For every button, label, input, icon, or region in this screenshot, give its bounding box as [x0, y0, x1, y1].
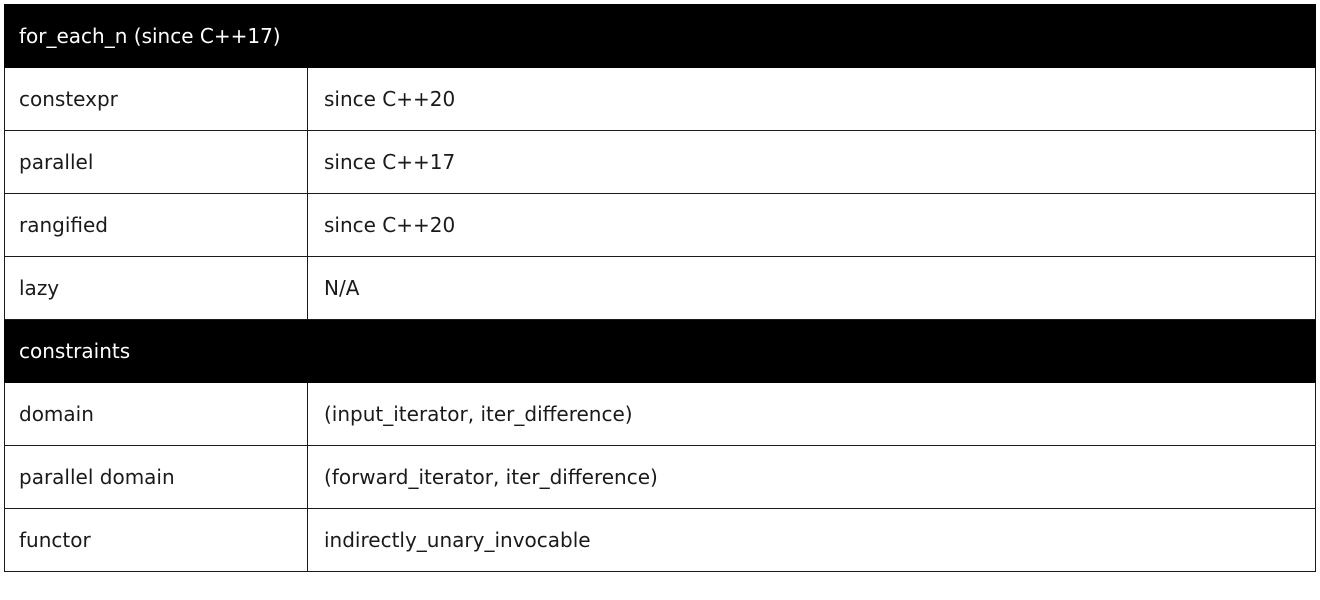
row-value: (input_iterator, iter_difference) — [307, 382, 1316, 446]
row-value: since C++20 — [307, 67, 1316, 131]
section-header-title: constraints — [4, 319, 1316, 383]
row-key: functor — [4, 508, 308, 572]
table-row-lazy: lazy N/A — [4, 256, 1316, 320]
row-key: parallel — [4, 130, 308, 194]
table-row-rangified: rangified since C++20 — [4, 193, 1316, 257]
row-key: lazy — [4, 256, 308, 320]
table-row-domain: domain (input_iterator, iter_difference) — [4, 382, 1316, 446]
row-value: indirectly_unary_invocable — [307, 508, 1316, 572]
section-header-title: for_each_n (since C++17) — [4, 4, 1316, 68]
row-value: (forward_iterator, iter_difference) — [307, 445, 1316, 509]
row-value: since C++20 — [307, 193, 1316, 257]
table-row-parallel-domain: parallel domain (forward_iterator, iter_… — [4, 445, 1316, 509]
row-value: since C++17 — [307, 130, 1316, 194]
algorithm-info-table: for_each_n (since C++17) constexpr since… — [4, 4, 1316, 572]
row-key: domain — [4, 382, 308, 446]
row-value: N/A — [307, 256, 1316, 320]
table-row-constexpr: constexpr since C++20 — [4, 67, 1316, 131]
section-header-row: for_each_n (since C++17) — [4, 4, 1316, 68]
table-row-functor: functor indirectly_unary_invocable — [4, 508, 1316, 572]
row-key: constexpr — [4, 67, 308, 131]
row-key: parallel domain — [4, 445, 308, 509]
section-header-row: constraints — [4, 319, 1316, 383]
table-row-parallel: parallel since C++17 — [4, 130, 1316, 194]
row-key: rangified — [4, 193, 308, 257]
